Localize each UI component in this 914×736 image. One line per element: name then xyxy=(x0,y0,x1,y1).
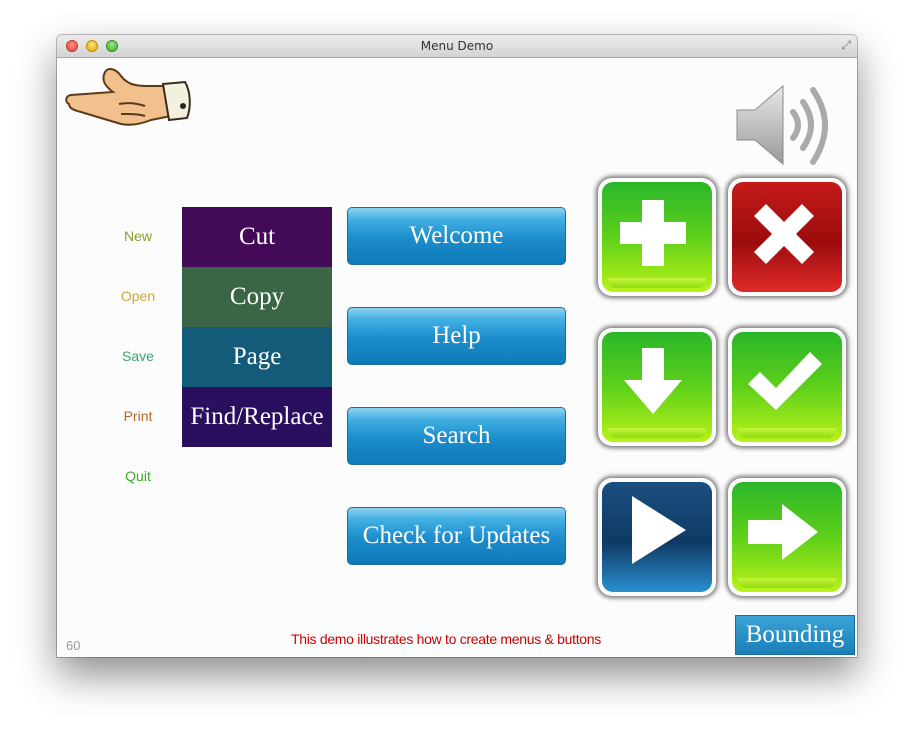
download-button[interactable] xyxy=(598,328,716,446)
speaker-icon[interactable] xyxy=(735,78,840,173)
arrow-right-icon xyxy=(748,504,818,560)
footer-message: This demo illustrates how to create menu… xyxy=(291,631,601,647)
canvas: New Open Save Print Quit Cut Copy Page F… xyxy=(57,58,857,657)
menu-item-find-replace[interactable]: Find/Replace xyxy=(182,387,332,447)
next-button[interactable] xyxy=(728,478,846,596)
window-title: Menu Demo xyxy=(420,39,494,53)
menu-item-save[interactable]: Save xyxy=(113,348,163,364)
menu-item-open[interactable]: Open xyxy=(113,288,163,304)
bounding-button[interactable]: Bounding xyxy=(735,615,855,655)
arrow-down-icon xyxy=(624,348,682,414)
fps-counter: 60 xyxy=(66,638,81,653)
fullscreen-icon[interactable]: ⤢ xyxy=(841,38,851,53)
check-for-updates-button[interactable]: Check for Updates xyxy=(347,507,566,565)
welcome-button[interactable]: Welcome xyxy=(347,207,566,265)
play-button[interactable] xyxy=(598,478,716,596)
play-icon xyxy=(632,496,686,564)
app-window: Menu Demo ⤢ New Open Save Print Quit Cut… xyxy=(57,35,857,657)
menu-item-cut[interactable]: Cut xyxy=(182,207,332,267)
delete-button[interactable] xyxy=(728,178,846,296)
plus-icon xyxy=(620,200,686,266)
help-button[interactable]: Help xyxy=(347,307,566,365)
menu-item-copy[interactable]: Copy xyxy=(182,267,332,327)
pointing-hand-icon xyxy=(65,68,191,126)
menu-item-quit[interactable]: Quit xyxy=(113,468,163,484)
menu-item-new[interactable]: New xyxy=(113,228,163,244)
confirm-button[interactable] xyxy=(728,328,846,446)
title-bar: Menu Demo ⤢ xyxy=(57,35,857,58)
close-x-icon xyxy=(754,204,814,264)
checkmark-icon xyxy=(748,352,822,410)
search-button[interactable]: Search xyxy=(347,407,566,465)
menu-item-page[interactable]: Page xyxy=(182,327,332,387)
add-button[interactable] xyxy=(598,178,716,296)
menu-item-print[interactable]: Print xyxy=(113,408,163,424)
